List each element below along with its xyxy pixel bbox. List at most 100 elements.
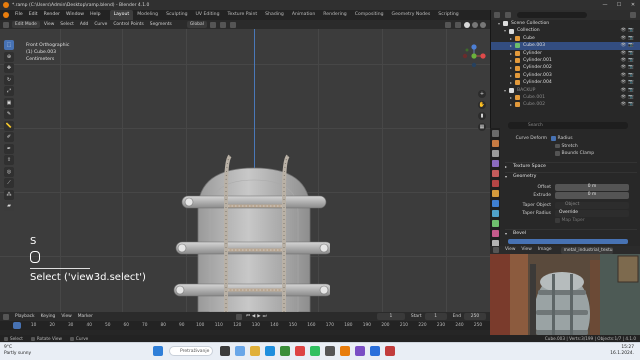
visibility-icon[interactable]: 👁📷 (621, 72, 640, 79)
display-mode-icon[interactable] (505, 12, 511, 18)
snap-icon[interactable] (219, 21, 226, 28)
visibility-icon[interactable]: 👁📷 (621, 94, 640, 101)
widgets-icon[interactable] (234, 346, 245, 356)
outliner-row[interactable]: ▸ Cube.003 👁📷 (491, 42, 640, 50)
extrude-field[interactable]: 0 m (555, 192, 629, 199)
menu-render[interactable]: Render (41, 10, 63, 20)
visibility-icon[interactable]: 👁📷 (621, 57, 640, 64)
bevel-section[interactable]: ▾ Bevel (505, 229, 637, 236)
taper-radius-dropdown[interactable]: Override (555, 210, 629, 217)
menu-curve[interactable]: Curve (91, 20, 110, 29)
geometry-section[interactable]: ▾ Geometry (505, 172, 637, 179)
menu-help[interactable]: Help (87, 10, 103, 20)
xray-icon[interactable] (455, 21, 461, 28)
view-layer-tab-icon[interactable] (491, 160, 499, 167)
tilt-tool-icon[interactable]: ⟋ (4, 178, 14, 188)
close-button[interactable]: ✕ (626, 0, 640, 10)
physics-tab-icon[interactable] (491, 210, 499, 217)
cursor-tool-icon[interactable]: ⊕ (4, 51, 14, 62)
visibility-icon[interactable]: 👁📷 (621, 42, 640, 49)
outliner-row[interactable]: ▾ BACKUP 👁📷 (491, 87, 640, 94)
extrude-tool-icon[interactable]: ⇧ (4, 155, 14, 165)
visibility-icon[interactable]: 👁📷 (621, 27, 640, 34)
current-frame-field[interactable]: 1 (376, 313, 405, 320)
outliner-search-input[interactable] (517, 12, 587, 18)
material-tab-icon[interactable] (491, 230, 499, 237)
app-icon-red-2[interactable] (384, 346, 395, 356)
map-taper-checkbox[interactable] (555, 218, 560, 223)
radius-tool-icon[interactable]: ◎ (4, 166, 14, 177)
randomize-tool-icon[interactable]: ⁂ (4, 189, 14, 200)
zoom-icon[interactable]: + (478, 90, 486, 98)
outliner-row[interactable]: ▸ Cylinder.002 👁📷 (491, 64, 640, 71)
expand-toggle-icon[interactable]: ▸ (507, 101, 515, 108)
measure-tool-icon[interactable]: 📏 (4, 120, 14, 131)
app-icon-red[interactable] (294, 346, 305, 356)
menu-add[interactable]: Add (77, 20, 92, 29)
taskbar-search-input[interactable]: Pretraživanje (169, 346, 213, 356)
curve-data-tab-icon[interactable] (491, 220, 499, 227)
output-tab-icon[interactable] (491, 150, 499, 157)
end-frame-field[interactable]: 250 (464, 313, 486, 320)
object-tab-icon[interactable] (491, 190, 499, 197)
editor-type-icon[interactable] (3, 21, 9, 28)
proportional-edit-icon[interactable] (229, 21, 236, 28)
image-menu-image[interactable]: Image (535, 246, 555, 254)
timeline-menu-marker[interactable]: Marker (75, 312, 96, 321)
overlays-icon[interactable] (445, 21, 451, 28)
tab-compositing[interactable]: Compositing (351, 10, 388, 20)
outliner-row[interactable]: ▾ Scene Collection (491, 20, 640, 27)
blender-menu-icon[interactable] (3, 12, 9, 18)
navigation-gizmo[interactable] (462, 44, 486, 68)
bounds-clamp-checkbox[interactable] (555, 151, 560, 156)
outliner-row[interactable]: ▸ Cylinder.001 👁📷 (491, 57, 640, 64)
menu-file[interactable]: File (12, 10, 26, 20)
tab-uv-editing[interactable]: UV Editing (192, 10, 224, 20)
image-menu-view-2[interactable]: View (518, 246, 534, 254)
pen-tool-icon[interactable]: ✒ (4, 143, 14, 154)
expand-toggle-icon[interactable]: ▸ (507, 42, 515, 49)
store-icon[interactable] (279, 346, 290, 356)
radius-checkbox[interactable] (551, 136, 556, 141)
timeline-ruler[interactable] (0, 321, 490, 330)
visibility-icon[interactable]: 👁📷 (621, 35, 640, 42)
rotate-tool-icon[interactable]: ↻ (4, 74, 14, 85)
transform-orientation[interactable]: Global (186, 21, 207, 28)
image-editor-view[interactable] (490, 254, 640, 344)
tab-layout[interactable]: Layout (109, 10, 134, 20)
filter-icon[interactable] (630, 12, 636, 18)
expand-toggle-icon[interactable]: ▾ (501, 27, 509, 34)
tab-shading[interactable]: Shading (261, 10, 288, 20)
expand-toggle-icon[interactable]: ▸ (507, 72, 515, 79)
minimize-button[interactable]: — (598, 0, 612, 10)
shading-solid-icon[interactable] (464, 21, 470, 28)
blender-taskbar-icon[interactable] (339, 346, 350, 356)
expand-toggle-icon[interactable]: ▾ (495, 20, 503, 27)
record-icon[interactable] (235, 313, 242, 320)
timeline-menu-playback[interactable]: Playback (12, 312, 38, 321)
timeline-menu-keying[interactable]: Keying (38, 312, 59, 321)
windows-start-icon[interactable] (152, 346, 163, 356)
image-menu-view[interactable]: View (502, 246, 518, 254)
visibility-icon[interactable]: 👁📷 (621, 50, 640, 57)
tab-scripting[interactable]: Scripting (434, 10, 462, 20)
app-icon-purple[interactable] (354, 346, 365, 356)
expand-toggle-icon[interactable]: ▾ (501, 87, 509, 94)
expand-toggle-icon[interactable]: ▸ (507, 35, 515, 42)
chrome-icon[interactable] (309, 346, 320, 356)
stretch-checkbox[interactable] (555, 143, 560, 149)
expand-toggle-icon[interactable]: ▸ (507, 57, 515, 64)
tab-texture-paint[interactable]: Texture Paint (224, 10, 262, 20)
expand-toggle-icon[interactable]: ▸ (507, 79, 515, 86)
tab-animation[interactable]: Animation (288, 10, 319, 20)
bevel-mode-toggle[interactable] (508, 239, 628, 244)
shading-rendered-icon[interactable] (480, 21, 486, 28)
menu-select[interactable]: Select (57, 20, 77, 29)
edge-icon[interactable] (264, 346, 275, 356)
annotate-tool-icon[interactable]: ✎ (4, 109, 14, 119)
pivot-icon[interactable] (209, 21, 216, 28)
grid-ortho-icon[interactable]: ▦ (478, 123, 486, 131)
playhead[interactable] (13, 322, 21, 329)
tool-tab-icon[interactable] (491, 130, 499, 137)
modifiers-tab-icon[interactable] (491, 200, 499, 207)
